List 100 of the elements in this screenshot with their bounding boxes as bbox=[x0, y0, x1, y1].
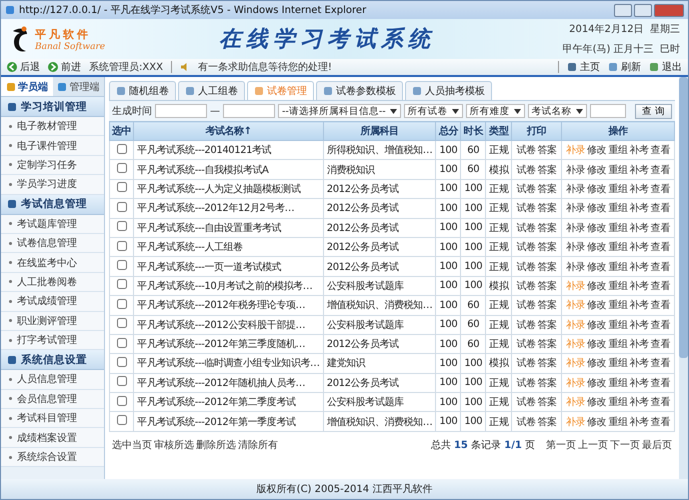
row-checkbox[interactable] bbox=[116, 376, 127, 386]
maximize-button[interactable] bbox=[634, 4, 652, 16]
refresh-link[interactable]: 刷新 bbox=[608, 60, 641, 74]
action-link[interactable]: 补考 bbox=[630, 280, 649, 292]
action-link[interactable]: 重组 bbox=[608, 358, 628, 370]
action-link[interactable]: 补考 bbox=[630, 203, 649, 214]
action-link[interactable]: 查看 bbox=[650, 358, 670, 370]
logout-link[interactable]: 退出 bbox=[649, 60, 682, 74]
action-link[interactable]: 修改 bbox=[587, 262, 606, 273]
action-link[interactable]: 修改 bbox=[587, 184, 606, 195]
row-checkbox[interactable] bbox=[116, 144, 127, 154]
row-checkbox[interactable] bbox=[116, 338, 127, 348]
forward-link[interactable]: 前进 bbox=[48, 60, 81, 74]
action-link[interactable]: 查看 bbox=[650, 164, 670, 176]
action-link[interactable]: 补录 bbox=[566, 222, 586, 234]
sidebar-tab[interactable]: 学员端 bbox=[1, 77, 52, 97]
minimize-button[interactable] bbox=[614, 4, 632, 16]
action-link[interactable]: 修改 bbox=[587, 164, 606, 176]
print-link[interactable]: 试卷 bbox=[516, 378, 536, 389]
print-link[interactable]: 试卷 bbox=[516, 203, 536, 214]
print-link[interactable]: 答案 bbox=[538, 222, 557, 234]
print-link[interactable]: 试卷 bbox=[516, 320, 536, 331]
print-link[interactable]: 答案 bbox=[538, 358, 557, 370]
action-link[interactable]: 重组 bbox=[608, 416, 628, 428]
row-checkbox[interactable] bbox=[116, 240, 127, 251]
row-checkbox[interactable] bbox=[116, 202, 127, 212]
sidebar-group-header[interactable]: 考试信息管理 bbox=[1, 194, 104, 215]
close-button[interactable] bbox=[654, 4, 684, 16]
print-link[interactable]: 试卷 bbox=[516, 164, 536, 176]
action-link[interactable]: 修改 bbox=[587, 397, 606, 408]
bulk-action-link[interactable]: 审核所选 bbox=[154, 438, 194, 452]
column-header[interactable]: 考试名称↑ bbox=[134, 122, 324, 140]
row-checkbox[interactable] bbox=[116, 356, 127, 367]
action-link[interactable]: 重组 bbox=[608, 222, 628, 234]
action-link[interactable]: 重组 bbox=[608, 203, 628, 214]
action-link[interactable]: 修改 bbox=[587, 280, 606, 292]
print-link[interactable]: 试卷 bbox=[516, 262, 536, 273]
subject-dropdown[interactable]: --请选择所属科目信息-- bbox=[278, 104, 401, 118]
action-link[interactable]: 重组 bbox=[608, 145, 628, 156]
tab[interactable]: 人员抽考模板 bbox=[405, 81, 492, 100]
action-link[interactable]: 查看 bbox=[650, 416, 670, 428]
action-link[interactable]: 补录 bbox=[566, 242, 586, 254]
action-link[interactable]: 修改 bbox=[587, 339, 606, 350]
tab[interactable]: 人工组卷 bbox=[178, 81, 245, 100]
action-link[interactable]: 补考 bbox=[630, 320, 649, 331]
action-link[interactable]: 修改 bbox=[587, 222, 606, 234]
action-link[interactable]: 重组 bbox=[608, 320, 628, 331]
print-link[interactable]: 答案 bbox=[538, 397, 557, 408]
action-link[interactable]: 修改 bbox=[587, 300, 606, 312]
print-link[interactable]: 试卷 bbox=[516, 397, 536, 408]
action-link[interactable]: 补考 bbox=[630, 358, 649, 370]
action-link[interactable]: 补录 bbox=[566, 184, 586, 195]
action-link[interactable]: 重组 bbox=[608, 378, 628, 389]
search-field[interactable] bbox=[590, 104, 626, 118]
print-link[interactable]: 答案 bbox=[538, 416, 557, 428]
row-checkbox[interactable] bbox=[116, 298, 127, 309]
action-link[interactable]: 查看 bbox=[650, 280, 670, 292]
row-checkbox[interactable] bbox=[116, 163, 127, 174]
sidebar-group-header[interactable]: 系统信息设置 bbox=[1, 350, 104, 370]
start-date-field[interactable] bbox=[155, 104, 207, 118]
sidebar-group-header[interactable]: 学习培训管理 bbox=[1, 97, 104, 117]
action-link[interactable]: 补考 bbox=[630, 222, 649, 234]
action-link[interactable]: 补考 bbox=[630, 262, 649, 273]
row-checkbox[interactable] bbox=[116, 221, 127, 232]
action-link[interactable]: 修改 bbox=[587, 320, 606, 331]
difficulty-dropdown[interactable]: 所有难度 bbox=[466, 104, 525, 118]
action-link[interactable]: 补考 bbox=[630, 184, 649, 195]
action-link[interactable]: 查看 bbox=[650, 184, 670, 195]
row-checkbox[interactable] bbox=[116, 318, 127, 328]
action-link[interactable]: 查看 bbox=[650, 320, 670, 331]
row-checkbox[interactable] bbox=[116, 260, 127, 270]
pagination-link[interactable]: 最后页 bbox=[642, 438, 672, 452]
row-checkbox[interactable] bbox=[116, 396, 127, 406]
print-link[interactable]: 答案 bbox=[538, 262, 557, 273]
bulk-action-link[interactable]: 选中当页 bbox=[112, 438, 152, 452]
action-link[interactable]: 补考 bbox=[630, 397, 649, 408]
action-link[interactable]: 重组 bbox=[608, 242, 628, 254]
print-link[interactable]: 试卷 bbox=[516, 280, 536, 292]
action-link[interactable]: 查看 bbox=[650, 300, 670, 312]
print-link[interactable]: 试卷 bbox=[516, 145, 536, 156]
print-link[interactable]: 答案 bbox=[538, 320, 557, 331]
action-link[interactable]: 查看 bbox=[650, 262, 670, 273]
print-link[interactable]: 试卷 bbox=[516, 222, 536, 234]
end-date-field[interactable] bbox=[223, 104, 275, 118]
action-link[interactable]: 补考 bbox=[630, 242, 649, 254]
action-link[interactable]: 补考 bbox=[630, 378, 649, 389]
action-link[interactable]: 修改 bbox=[587, 145, 606, 156]
action-link[interactable]: 查看 bbox=[650, 203, 670, 214]
print-link[interactable]: 答案 bbox=[538, 203, 557, 214]
home-link[interactable]: 主页 bbox=[567, 60, 600, 74]
row-checkbox[interactable] bbox=[116, 415, 127, 426]
scrollbar[interactable] bbox=[679, 77, 688, 479]
action-link[interactable]: 重组 bbox=[608, 300, 628, 312]
action-link[interactable]: 修改 bbox=[587, 203, 606, 214]
print-link[interactable]: 试卷 bbox=[516, 184, 536, 195]
print-link[interactable]: 答案 bbox=[538, 339, 557, 350]
paper-dropdown[interactable]: 所有试卷 bbox=[404, 104, 463, 118]
print-link[interactable]: 试卷 bbox=[516, 416, 536, 428]
action-link[interactable]: 修改 bbox=[587, 358, 606, 370]
print-link[interactable]: 答案 bbox=[538, 378, 557, 389]
